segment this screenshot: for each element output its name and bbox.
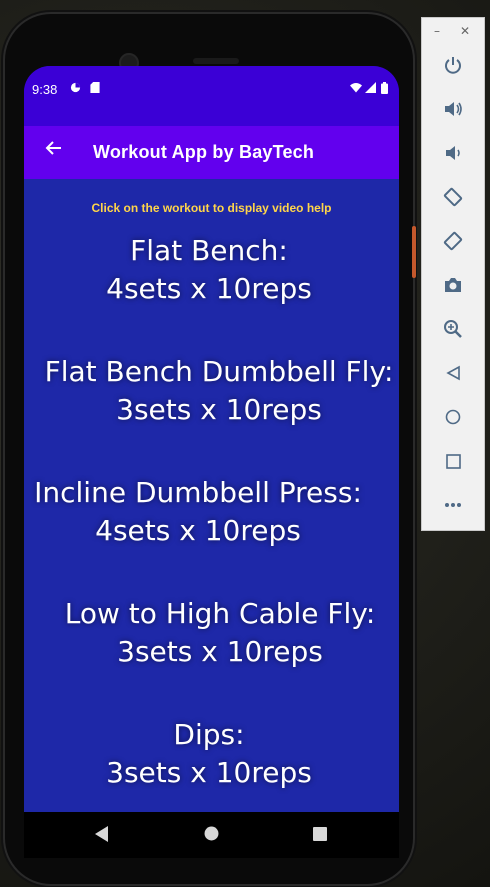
wifi-icon [350, 82, 362, 96]
workout-detail: 3sets x 10reps [116, 393, 322, 426]
earpiece-speaker [193, 58, 239, 64]
minimize-icon[interactable]: – [434, 24, 440, 38]
data-saver-icon [70, 82, 81, 96]
overview-icon[interactable] [438, 446, 468, 476]
workout-name: Low to High Cable Fly: [64, 597, 376, 630]
back-icon[interactable] [438, 358, 468, 388]
home-circle-icon[interactable] [204, 826, 219, 845]
rotate-right-icon[interactable] [438, 226, 468, 256]
workout-list: Click on the workout to display video he… [24, 179, 399, 812]
close-icon[interactable]: ✕ [460, 24, 470, 38]
workout-detail: 3sets x 10reps [106, 756, 312, 789]
volume-up-icon[interactable] [438, 94, 468, 124]
hint-text: Click on the workout to display video he… [91, 201, 332, 215]
signal-icon [365, 82, 376, 96]
workout-item[interactable]: Dips: 3sets x 10reps [84, 716, 334, 792]
back-triangle-icon[interactable] [95, 826, 109, 846]
home-icon[interactable] [438, 402, 468, 432]
workout-detail: 3sets x 10reps [117, 635, 323, 668]
workout-name: Flat Bench: [130, 234, 288, 267]
app-title: Workout App by BayTech [93, 142, 315, 162]
system-nav-bar [24, 812, 399, 858]
workout-name: Flat Bench Dumbbell Fly: [44, 355, 394, 388]
power-icon[interactable] [438, 50, 468, 80]
workout-item[interactable]: Flat Bench Dumbbell Fly: 3sets x 10reps [38, 353, 399, 429]
workout-detail: 4sets x 10reps [95, 514, 301, 547]
volume-down-icon[interactable] [438, 138, 468, 168]
app-bar: Workout App by BayTech [24, 126, 399, 179]
battery-icon [381, 82, 388, 97]
more-icon[interactable] [438, 490, 468, 520]
workout-item[interactable]: Flat Bench: 4sets x 10reps [84, 232, 334, 308]
workout-name: Dips: [173, 718, 245, 751]
status-bar: 9:38 [24, 66, 399, 126]
camera-icon[interactable] [438, 270, 468, 300]
sd-card-icon [90, 82, 100, 96]
workout-name: Incline Dumbbell Press: [34, 476, 362, 509]
zoom-icon[interactable] [438, 314, 468, 344]
workout-detail: 4sets x 10reps [106, 272, 312, 305]
workout-item[interactable]: Incline Dumbbell Press: 4sets x 10reps [28, 474, 368, 550]
emulator-toolbar: – ✕ [421, 17, 485, 531]
recents-square-icon[interactable] [313, 826, 327, 845]
phone-screen: 9:38 Workout App by BayTech Click on the… [24, 66, 399, 852]
rotate-left-icon[interactable] [438, 182, 468, 212]
side-power-button [412, 226, 416, 278]
status-time: 9:38 [32, 82, 58, 97]
arrow-left-icon[interactable] [38, 138, 68, 164]
workout-item[interactable]: Low to High Cable Fly: 3sets x 10reps [56, 595, 384, 671]
